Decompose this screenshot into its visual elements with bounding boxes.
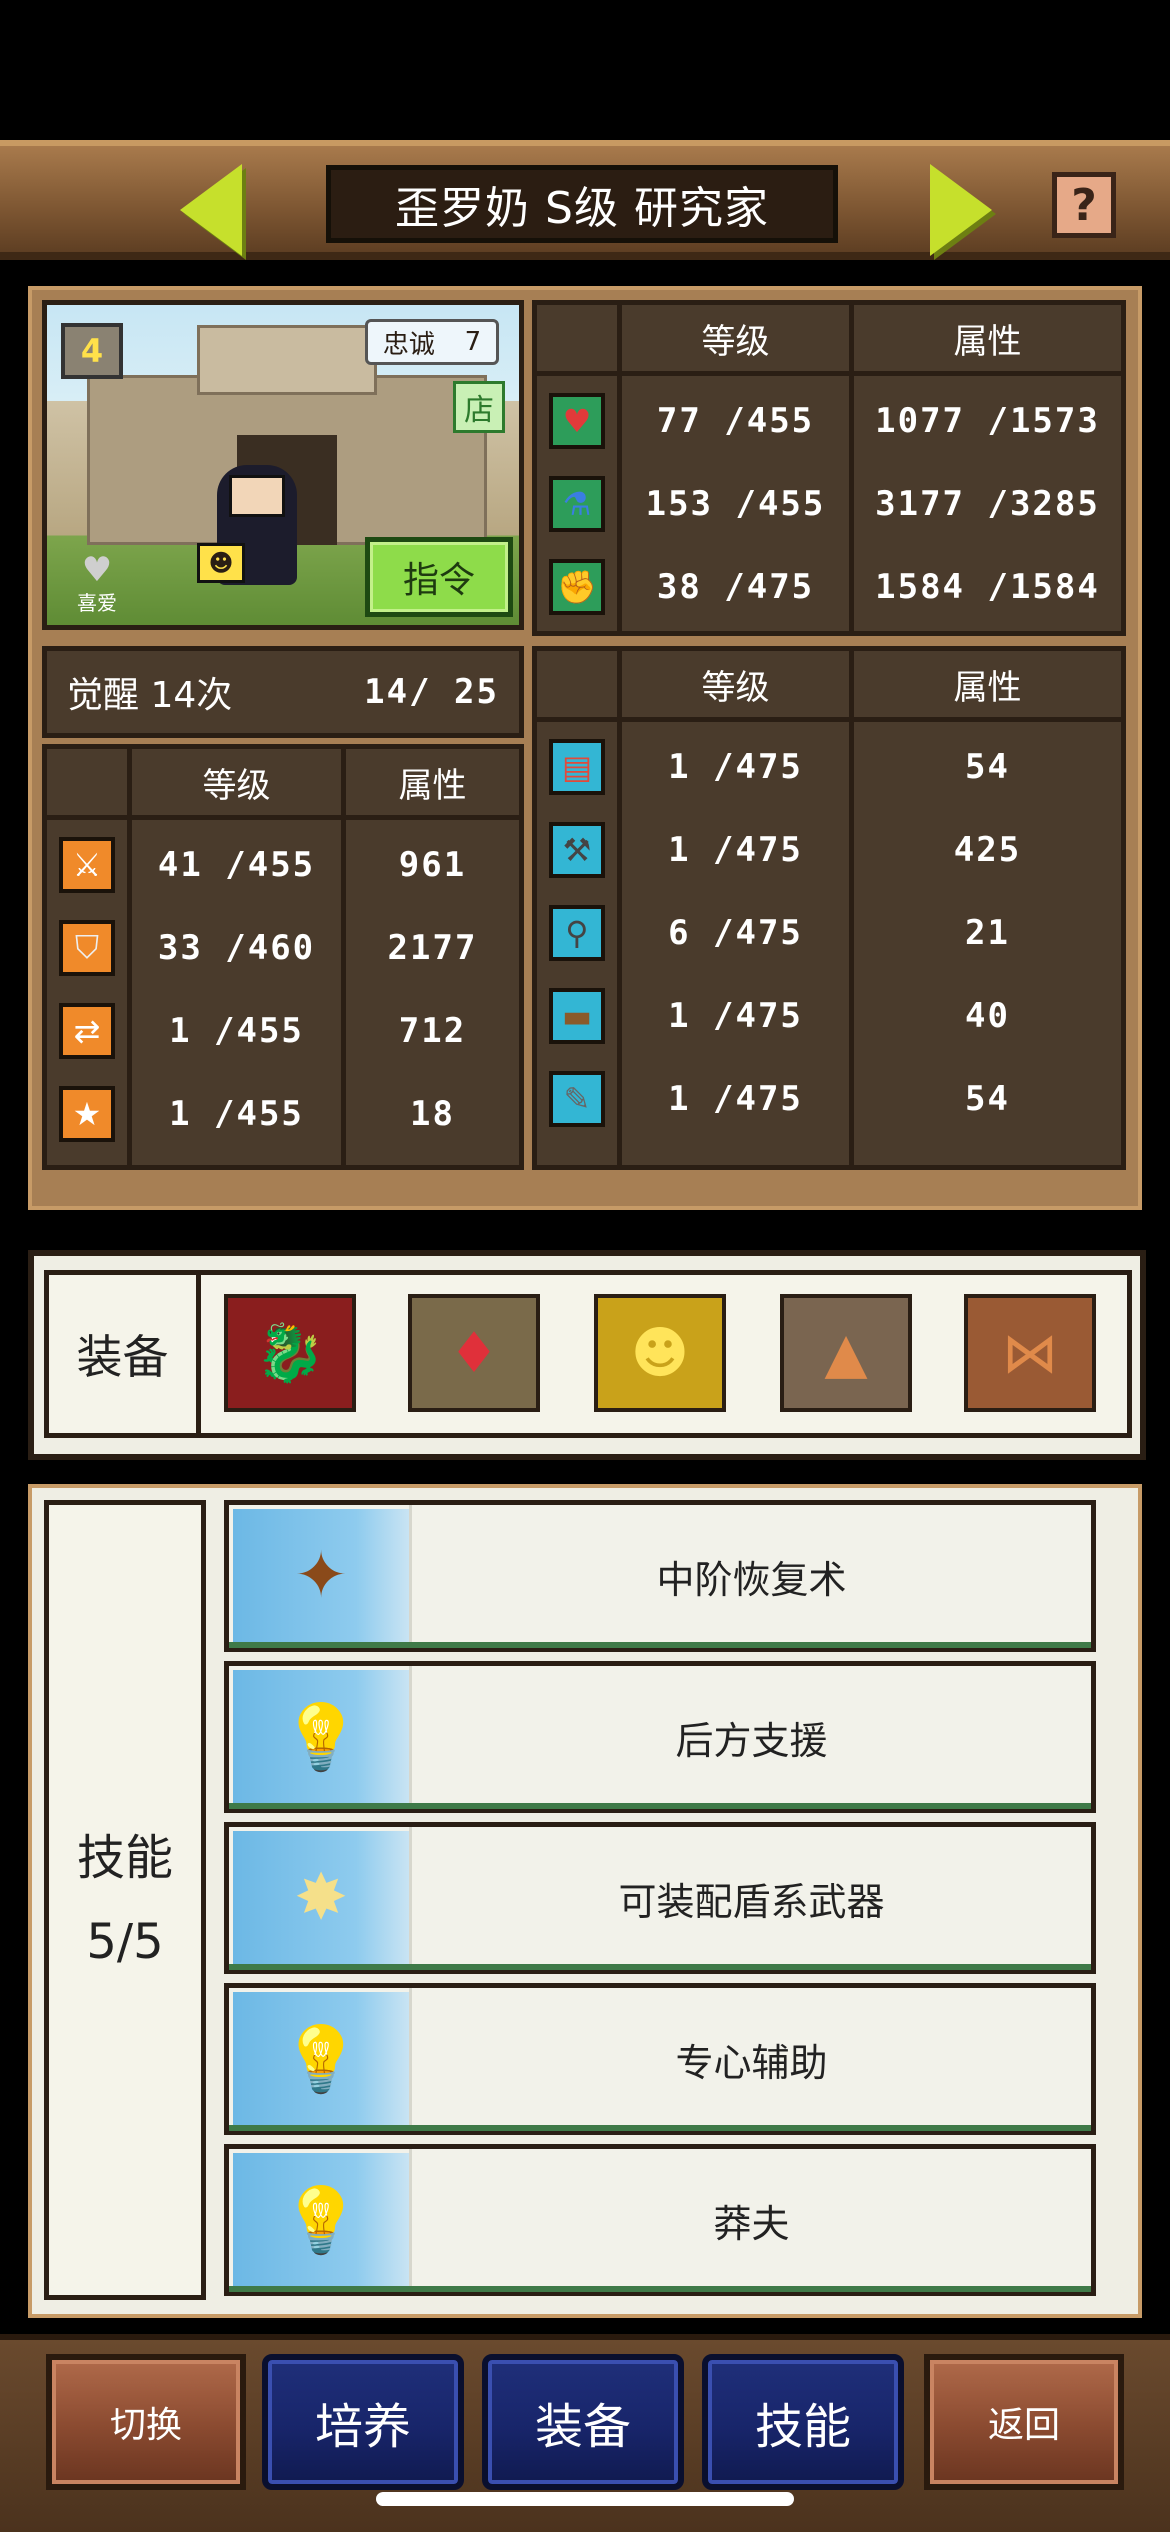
level-value: 1 /455 — [169, 1010, 304, 1051]
help-button[interactable]: ? — [1052, 172, 1116, 238]
level-value: 33 /460 — [157, 927, 316, 968]
smile-block-icon: ☻ — [197, 543, 245, 583]
left-stats-table: 等级 属性 ⚔ 41 /455 961 ⛉ 33 /460 2177 ⇄ 1 /455 712 ★… — [42, 744, 524, 1170]
red-gem-icon: ♦ — [448, 1320, 500, 1386]
smile-block-icon: ☻ — [630, 1320, 690, 1386]
command-button[interactable]: 指令 — [365, 537, 513, 617]
shovel-icon: ⚲ — [549, 904, 605, 961]
equipment-label: 装备 — [49, 1275, 201, 1433]
speed-icon: ⇄ — [59, 1002, 115, 1059]
level-badge: 4 — [61, 323, 123, 379]
lightbulb-icon: 💡 — [233, 2153, 409, 2287]
attr-value: 1584 /1584 — [875, 566, 1100, 607]
attr-value: 54 — [965, 746, 1010, 787]
favorite-label: 喜爱 — [77, 591, 117, 615]
level-value: 153 /455 — [645, 483, 826, 524]
equipment-slot[interactable]: ☻ — [594, 1294, 726, 1412]
shop-badge[interactable]: 店 — [453, 381, 505, 433]
attr-value: 21 — [965, 912, 1010, 953]
skill-name: 可装配盾系武器 — [409, 1827, 1091, 1969]
shield-icon: ⛉ — [59, 919, 115, 976]
awaken-label: 觉醒 14次 — [67, 675, 233, 716]
heart-outline-icon: ♥ — [81, 550, 113, 590]
skill-name: 中阶恢复术 — [409, 1505, 1091, 1647]
attr-value: 2177 — [387, 927, 478, 968]
right-stats-table: 等级 属性 ▤ 1 /475 54 ⚒ 1 /475 425 ⚲ 6 /475 21 ▬ 1 /47… — [532, 646, 1126, 1170]
level-value: 6 /475 — [668, 912, 803, 953]
equipment-slot[interactable]: ♦ — [408, 1294, 540, 1412]
cloak-icon: ▲ — [824, 1320, 868, 1386]
level-value: 1 /475 — [668, 829, 803, 870]
attr-value: 1077 /1573 — [875, 400, 1100, 441]
awaken-bar: 觉醒 14次 14/ 25 — [42, 646, 524, 738]
skill-name: 专心辅助 — [409, 1988, 1091, 2130]
attr-value: 18 — [410, 1093, 455, 1134]
level-value: 77 /455 — [656, 400, 815, 441]
potion-icon: ⚗ — [549, 475, 605, 532]
attr-value: 712 — [398, 1010, 467, 1051]
skill-item[interactable]: 💡 莽夫 — [224, 2144, 1096, 2296]
skills-label: 技能 — [76, 1830, 173, 1886]
skill-item[interactable]: 💡 后方支援 — [224, 1661, 1096, 1813]
lightbulb-icon: 💡 — [233, 1670, 409, 1804]
equip-tab[interactable]: 装备 — [482, 2354, 684, 2490]
awaken-value: 14/ 25 — [364, 672, 499, 712]
attr-header: 属性 — [953, 667, 1022, 708]
skills-count: 5/5 — [86, 1914, 164, 1970]
prev-arrow-icon[interactable] — [180, 164, 242, 256]
wrench-icon: ✎ — [549, 1070, 605, 1127]
level-value: 41 /455 — [157, 844, 316, 885]
level-value: 1 /475 — [668, 995, 803, 1036]
level-header: 等级 — [701, 667, 770, 708]
skills-label-box: 技能 5/5 — [44, 1500, 206, 2300]
attr-header: 属性 — [953, 321, 1022, 362]
attr-header: 属性 — [398, 765, 467, 806]
train-tab[interactable]: 培养 — [262, 2354, 464, 2490]
skill-item[interactable]: ✦ 中阶恢复术 — [224, 1500, 1096, 1652]
star-icon: ★ — [59, 1085, 115, 1142]
level-value: 1 /475 — [668, 746, 803, 787]
anvil-icon: ▬ — [549, 987, 605, 1044]
sword-icon: ⚔ — [59, 836, 115, 893]
level-header: 等级 — [202, 765, 271, 806]
loyalty-label: 忠诚 — [382, 329, 435, 360]
skill-item[interactable]: ✸ 可装配盾系武器 — [224, 1822, 1096, 1974]
level-value: 1 /475 — [668, 1078, 803, 1119]
level-value: 1 /455 — [169, 1093, 304, 1134]
muscle-icon: ✊ — [549, 558, 605, 615]
skill-item[interactable]: 💡 专心辅助 — [224, 1983, 1096, 2135]
attr-value: 425 — [953, 829, 1022, 870]
attr-value: 961 — [398, 844, 467, 885]
magic-wand-icon: ✦ — [233, 1509, 409, 1643]
character-title: 歪罗奶 S级 研究家 — [326, 165, 838, 243]
loyalty-value: 7 — [464, 327, 482, 357]
equipment-slot[interactable]: ▲ — [780, 1294, 912, 1412]
equipment-slot[interactable]: ⋈ — [964, 1294, 1096, 1412]
level-value: 38 /475 — [656, 566, 815, 607]
skill-name: 莽夫 — [409, 2149, 1091, 2291]
bow-tie-icon: ⋈ — [1002, 1320, 1058, 1386]
dragon-head-icon: 🐉 — [255, 1321, 325, 1386]
top-stats-table: 等级 属性 ♥ 77 /455 1077 /1573 ⚗ 153 /455 3177 /3… — [532, 300, 1126, 636]
switch-button[interactable]: 切换 — [46, 2354, 246, 2490]
scroll-icon: ▤ — [549, 738, 605, 795]
attr-value: 3177 /3285 — [875, 483, 1100, 524]
level-header: 等级 — [701, 321, 770, 362]
attr-value: 54 — [965, 1078, 1010, 1119]
back-button[interactable]: 返回 — [924, 2354, 1124, 2490]
home-indicator — [376, 2492, 794, 2506]
loyalty-badge: 忠诚 7 — [365, 319, 499, 365]
skill-tab[interactable]: 技能 — [702, 2354, 904, 2490]
skill-name: 后方支援 — [409, 1666, 1091, 1808]
burst-shield-icon: ✸ — [233, 1831, 409, 1965]
next-arrow-icon[interactable] — [930, 164, 992, 256]
equipment-slot[interactable]: 🐉 — [224, 1294, 356, 1412]
favorite-toggle[interactable]: ♥ 喜爱 — [69, 550, 125, 615]
heart-icon: ♥ — [549, 392, 605, 449]
character-portrait: ☻ 4 忠诚 7 店 ♥ 喜爱 指令 — [42, 300, 524, 630]
pickaxe-icon: ⚒ — [549, 821, 605, 878]
lightbulb-icon: 💡 — [233, 1992, 409, 2126]
attr-value: 40 — [965, 995, 1010, 1036]
